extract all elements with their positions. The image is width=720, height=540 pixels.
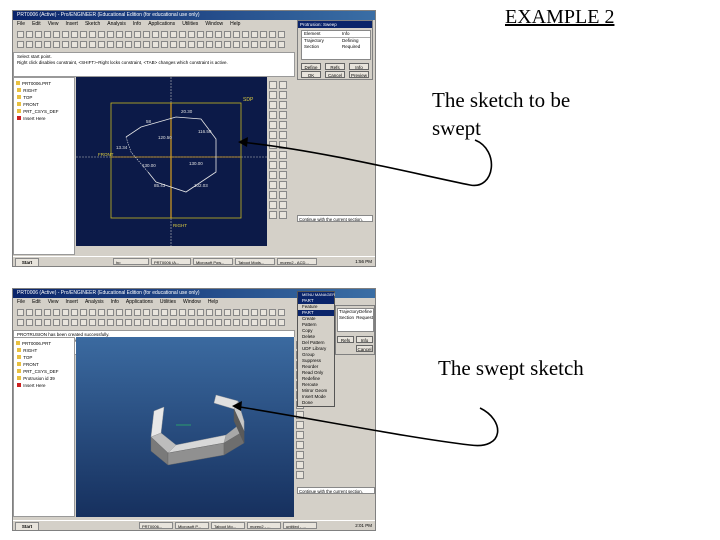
arrow-head-icon bbox=[232, 401, 242, 411]
annotation-arrows bbox=[232, 137, 499, 447]
arrow-to-sketch bbox=[239, 139, 493, 187]
arrow-to-solid bbox=[233, 405, 499, 447]
arrow-head-icon bbox=[238, 137, 248, 147]
